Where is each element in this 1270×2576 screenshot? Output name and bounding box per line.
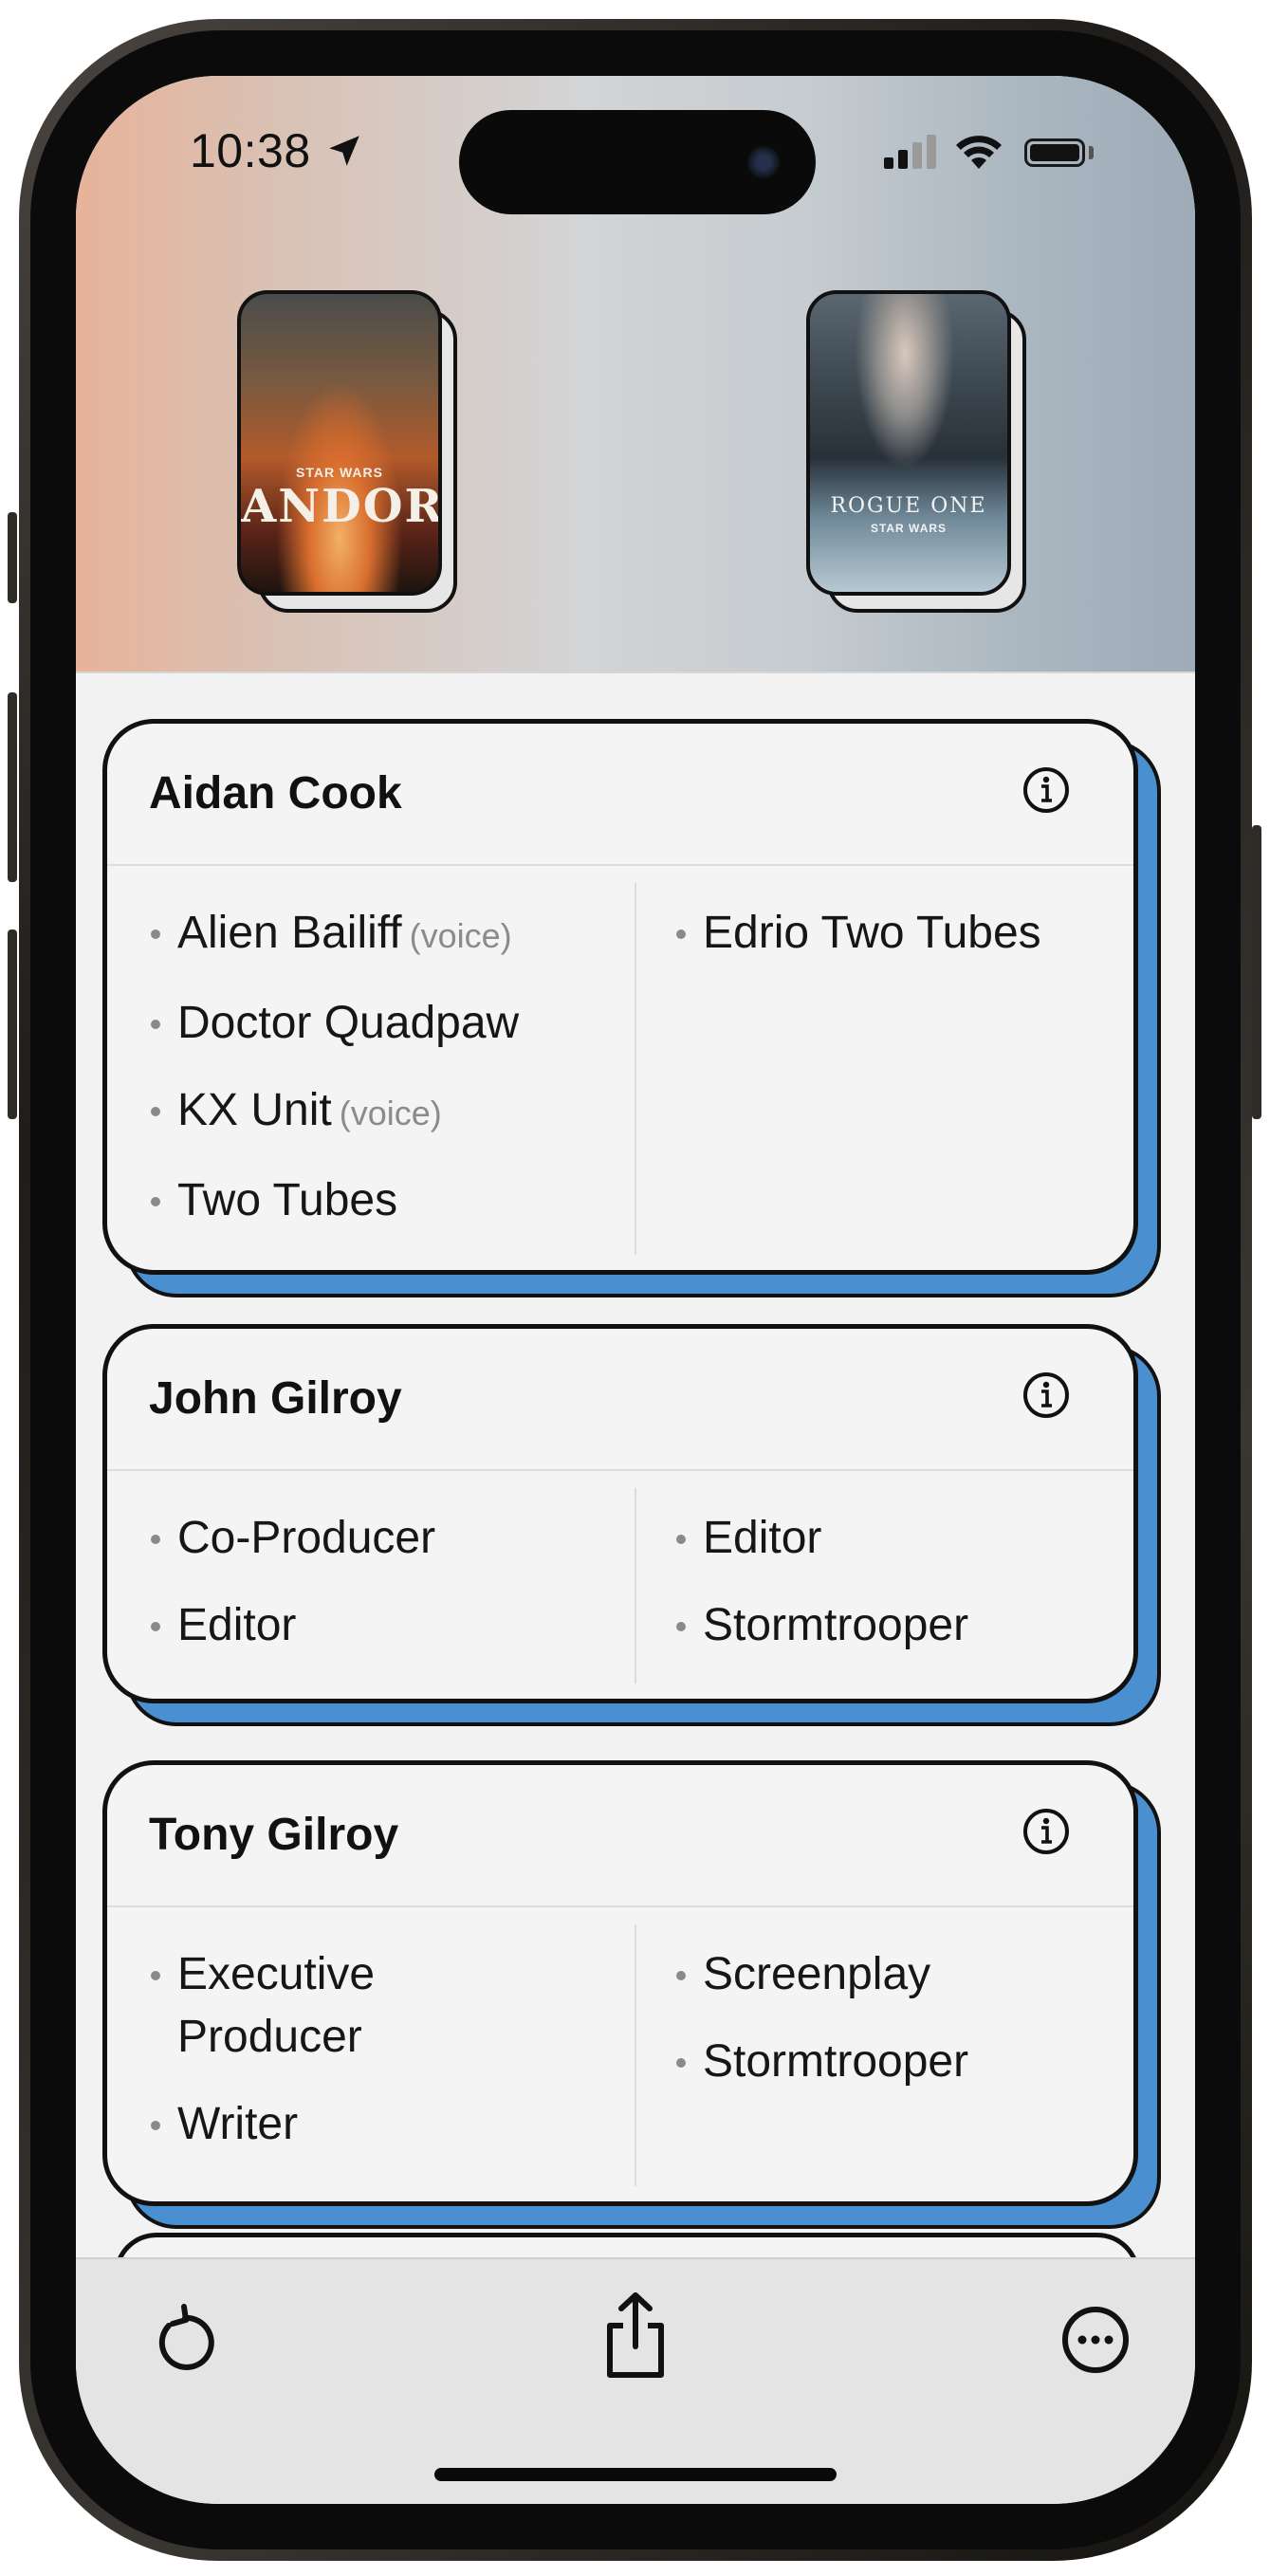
poster-title: ANDOR: [241, 480, 442, 533]
more-icon[interactable]: [1053, 2297, 1138, 2383]
poster-rogue-one[interactable]: ROGUE ONE STAR WARS: [806, 290, 1026, 613]
camera-icon: [747, 146, 780, 178]
wifi-icon: [956, 136, 1002, 169]
battery-icon: [1024, 138, 1085, 167]
card-header: Tony Gilroy: [107, 1765, 1133, 1907]
role-item: Co-Producer: [149, 1507, 623, 1570]
status-time: 10:38: [190, 124, 311, 177]
card-body: Tony Gilroy Executive Producer Writer Sc…: [102, 1760, 1138, 2206]
app-screen: 10:38 STAR WARS ANDOR ROGUE ONE STAR WAR…: [76, 76, 1195, 2504]
role-item: KX Unit (voice): [149, 1079, 623, 1145]
card-header: John Gilroy: [107, 1329, 1133, 1471]
role-item: Screenplay: [674, 1943, 1130, 2006]
rogue-one-poster-image: ROGUE ONE STAR WARS: [806, 290, 1011, 596]
info-icon[interactable]: [1022, 1807, 1071, 1856]
role-item: Editor: [149, 1594, 623, 1657]
power-button: [1252, 825, 1261, 1119]
column-divider: [635, 883, 636, 1255]
roles-left-column: Co-Producer Editor: [149, 1488, 623, 1657]
poster-subtitle: STAR WARS: [870, 522, 948, 535]
card-body: Aidan Cook Alien Bailiff (voice) Doctor Q…: [102, 719, 1138, 1275]
column-divider: [635, 1924, 636, 2186]
card-header: Aidan Cook: [107, 724, 1133, 866]
role-item: Editor: [674, 1507, 1130, 1570]
battery-tip: [1089, 146, 1094, 159]
bottom-toolbar: [76, 2257, 1195, 2504]
poster-andor[interactable]: STAR WARS ANDOR: [237, 290, 457, 613]
person-card[interactable]: John Gilroy Co-Producer Editor Editor St…: [102, 1324, 1161, 1726]
role-item: Doctor Quadpaw: [149, 992, 623, 1055]
person-card[interactable]: Tony Gilroy Executive Producer Writer Sc…: [102, 1760, 1161, 2229]
role-item: Stormtrooper: [674, 1594, 1130, 1657]
role-item: Two Tubes: [149, 1169, 623, 1232]
role-item: Alien Bailiff (voice): [149, 902, 623, 967]
role-item: Edrio Two Tubes: [674, 902, 1130, 965]
andor-poster-image: STAR WARS ANDOR: [237, 290, 442, 596]
roles-right-column: Editor Stormtrooper: [674, 1488, 1130, 1657]
card-body: John Gilroy Co-Producer Editor Editor St…: [102, 1324, 1138, 1703]
roles-right-column: Screenplay Stormtrooper: [674, 1924, 1130, 2093]
info-icon[interactable]: [1022, 765, 1071, 815]
column-divider: [635, 1488, 636, 1684]
home-indicator[interactable]: [434, 2468, 837, 2481]
poster-title: ROGUE ONE: [830, 494, 987, 518]
cellular-signal-icon: [884, 135, 936, 169]
role-item: Executive Producer: [149, 1943, 462, 2069]
role-item: Writer: [149, 2093, 462, 2156]
roles-right-column: Edrio Two Tubes: [674, 883, 1130, 965]
info-icon[interactable]: [1022, 1371, 1071, 1420]
roles-left-column: Executive Producer Writer: [149, 1924, 462, 2156]
location-arrow-icon: [329, 136, 359, 166]
dynamic-island: [459, 110, 816, 214]
header-divider: [76, 672, 1195, 673]
person-name: John Gilroy: [149, 1373, 402, 1424]
mute-switch: [8, 512, 17, 603]
roles-left-column: Alien Bailiff (voice) Doctor Quadpaw KX U…: [149, 883, 623, 1232]
poster-subtitle: STAR WARS: [296, 465, 383, 480]
person-card[interactable]: Aidan Cook Alien Bailiff (voice) Doctor Q…: [102, 719, 1161, 1297]
volume-up-button: [8, 692, 17, 882]
share-icon[interactable]: [593, 2288, 678, 2383]
person-name: Aidan Cook: [149, 768, 402, 819]
person-name: Tony Gilroy: [149, 1810, 399, 1860]
refresh-icon[interactable]: [142, 2297, 228, 2383]
volume-down-button: [8, 929, 17, 1119]
role-item: Stormtrooper: [674, 2031, 1130, 2093]
